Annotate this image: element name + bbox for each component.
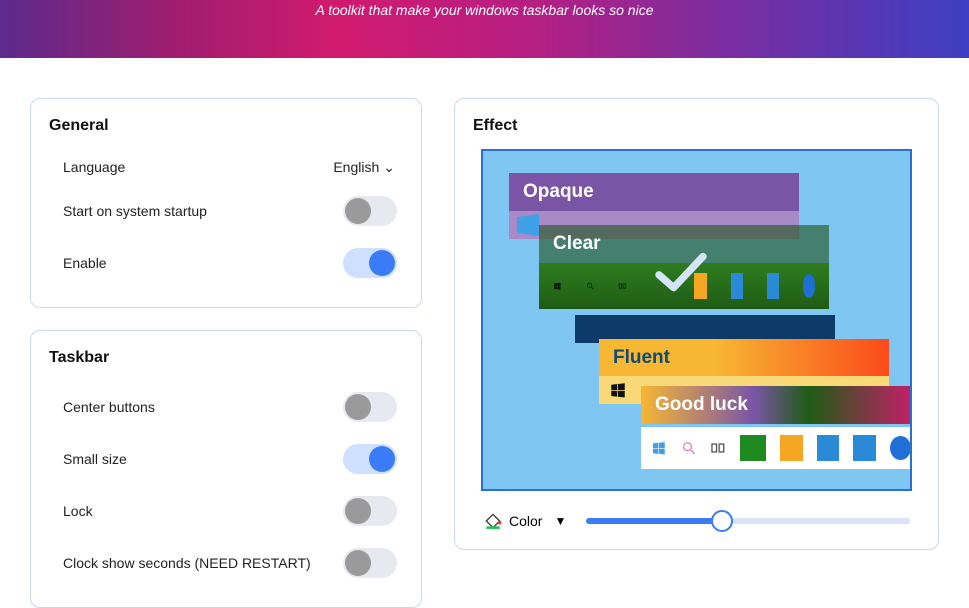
clock-label: Clock show seconds (NEED RESTART)	[63, 555, 311, 571]
effect-tile-fluent-label: Fluent	[599, 339, 889, 377]
enable-row: Enable	[49, 237, 403, 289]
enable-label: Enable	[63, 255, 107, 271]
calendar-icon	[817, 435, 840, 461]
effect-preview: Opaque Clear	[481, 149, 912, 491]
small-label: Small size	[63, 451, 127, 467]
effect-tile-opaque[interactable]: Opaque	[509, 173, 799, 211]
language-label: Language	[63, 159, 125, 175]
paint-bucket-icon	[483, 511, 503, 531]
general-card: General Language English ⌄ Start on syst…	[30, 98, 422, 308]
windows-icon	[651, 439, 667, 457]
effect-tile-goodluck[interactable]: Good luck	[641, 386, 912, 424]
edge-icon	[890, 436, 911, 460]
clock-toggle[interactable]	[343, 548, 397, 578]
windows-icon	[609, 381, 627, 399]
slider-thumb[interactable]	[711, 510, 733, 532]
left-column: General Language English ⌄ Start on syst…	[30, 98, 422, 608]
green-app-icon	[740, 435, 766, 461]
dropdown-arrow-icon: ▼	[554, 514, 566, 528]
small-row: Small size	[49, 433, 403, 485]
explorer-icon	[780, 435, 803, 461]
enable-toggle[interactable]	[343, 248, 397, 278]
taskbar-card: Taskbar Center buttons Small size Lock C…	[30, 330, 422, 608]
taskview-icon	[618, 277, 627, 295]
center-label: Center buttons	[63, 399, 155, 415]
slider-fill	[586, 518, 722, 524]
center-toggle[interactable]	[343, 392, 397, 422]
small-toggle[interactable]	[343, 444, 397, 474]
general-title: General	[49, 117, 403, 135]
goodluck-strip	[641, 427, 912, 469]
edge-icon	[803, 274, 815, 298]
color-picker[interactable]: Color ▼	[483, 511, 566, 531]
content: General Language English ⌄ Start on syst…	[0, 58, 969, 608]
checkmark-icon	[653, 251, 709, 295]
color-row: Color ▼	[473, 511, 920, 531]
mail-icon	[767, 273, 779, 299]
mail-icon	[853, 435, 876, 461]
banner: A toolkit that make your windows taskbar…	[0, 0, 969, 58]
banner-subtitle: A toolkit that make your windows taskbar…	[316, 2, 654, 18]
center-row: Center buttons	[49, 381, 403, 433]
taskview-icon	[710, 439, 726, 457]
calendar-icon	[731, 273, 743, 299]
startup-toggle[interactable]	[343, 196, 397, 226]
effect-tile-fluent[interactable]: Fluent	[599, 339, 889, 377]
language-value: English	[333, 159, 379, 175]
effect-tile-opaque-label: Opaque	[509, 173, 799, 211]
language-row: Language English ⌄	[49, 149, 403, 185]
effect-title: Effect	[473, 117, 920, 135]
effect-tile-goodluck-label: Good luck	[641, 386, 912, 424]
search-icon	[681, 439, 697, 457]
right-column: Effect Opaque Clear	[454, 98, 939, 608]
chevron-down-icon: ⌄	[383, 159, 395, 176]
lock-row: Lock	[49, 485, 403, 537]
lock-toggle[interactable]	[343, 496, 397, 526]
color-label-text: Color	[509, 513, 542, 529]
effect-card: Effect Opaque Clear	[454, 98, 939, 550]
windows-icon	[517, 214, 539, 236]
language-select[interactable]: English ⌄	[333, 159, 403, 176]
search-icon	[586, 277, 595, 295]
color-slider[interactable]	[586, 518, 910, 524]
lock-label: Lock	[63, 503, 93, 519]
clock-row: Clock show seconds (NEED RESTART)	[49, 537, 403, 589]
startup-row: Start on system startup	[49, 185, 403, 237]
windows-icon	[553, 277, 562, 295]
startup-label: Start on system startup	[63, 203, 207, 219]
taskbar-title: Taskbar	[49, 349, 403, 367]
